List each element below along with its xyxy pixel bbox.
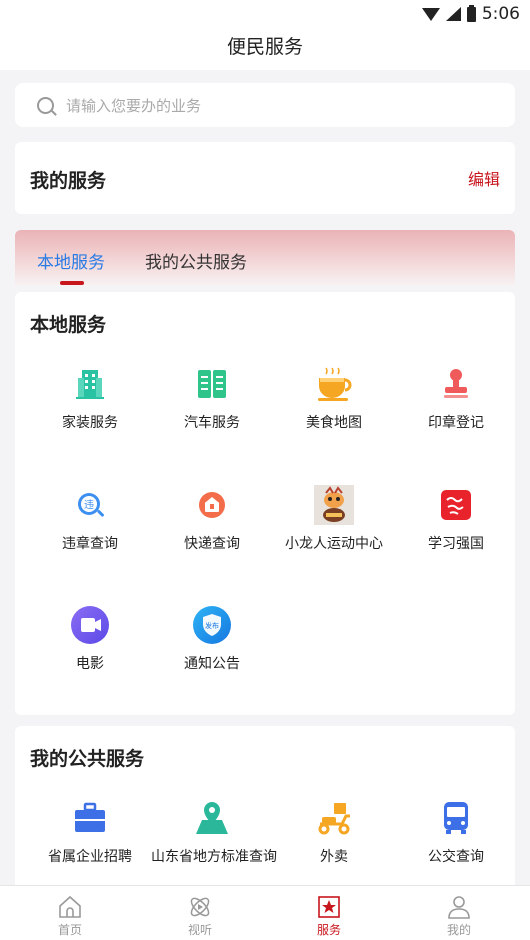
- service-label: 违章查询: [62, 536, 118, 552]
- service-item-sports-center[interactable]: 小龙人运动中心: [273, 485, 395, 553]
- tab-home[interactable]: 首页: [40, 894, 100, 938]
- home-icon: [57, 894, 83, 920]
- service-item-home-decor[interactable]: 家装服务: [29, 364, 151, 432]
- tab-mine[interactable]: 我的: [429, 894, 489, 938]
- scooter-icon: [314, 798, 354, 838]
- search-input[interactable]: 请输入您要办的业务: [66, 95, 201, 116]
- service-item-express[interactable]: 快递查询: [151, 485, 273, 553]
- service-item-recruitment[interactable]: 省属企业招聘: [29, 798, 151, 866]
- signal-icon: [445, 7, 461, 21]
- tab-services[interactable]: 服务: [299, 894, 359, 938]
- service-item-food-map[interactable]: 美食地图: [273, 364, 395, 432]
- tab-local-services[interactable]: 本地服务: [37, 248, 105, 273]
- tab-label: 我的: [446, 923, 471, 937]
- service-label: 家装服务: [62, 415, 118, 431]
- status-time: 5:06: [481, 4, 520, 24]
- service-item-standards[interactable]: 山东省地方标准查询: [151, 798, 277, 866]
- building-icon: [70, 364, 110, 404]
- edit-button[interactable]: 编辑: [468, 166, 500, 190]
- violation-search-icon: 违: [70, 485, 110, 525]
- service-label: 公交查询: [428, 849, 484, 865]
- service-item-notice[interactable]: 发布 通知公告: [151, 605, 273, 673]
- my-service-card: 我的服务 编辑: [15, 142, 515, 214]
- user-icon: [446, 894, 472, 920]
- service-tabs: 本地服务 我的公共服务: [15, 230, 515, 286]
- service-item-stamp[interactable]: 印章登记: [395, 364, 517, 432]
- service-label: 美食地图: [306, 415, 362, 431]
- service-label: 外卖: [320, 849, 348, 865]
- xuexi-logo: [436, 485, 476, 525]
- svg-text:违: 违: [84, 499, 94, 511]
- tab-label: 视听: [187, 923, 212, 937]
- star-bookmark-icon: [316, 894, 342, 920]
- service-label: 印章登记: [428, 415, 484, 431]
- briefcase-icon: [70, 798, 110, 838]
- search-icon: [37, 96, 54, 114]
- status-bar: 5:06: [0, 0, 530, 28]
- tab-public-services[interactable]: 我的公共服务: [145, 248, 247, 273]
- service-label: 汽车服务: [184, 415, 240, 431]
- service-item-xuexi[interactable]: 学习强国: [395, 485, 517, 553]
- svg-text:发布: 发布: [205, 621, 219, 630]
- bottom-tab-bar: 首页 视听 服务 我的: [0, 885, 530, 940]
- battery-icon: [466, 4, 476, 22]
- service-label: 通知公告: [184, 656, 240, 672]
- my-service-title: 我的服务: [30, 170, 107, 192]
- service-item-movie[interactable]: 电影: [29, 605, 151, 673]
- bus-icon: [436, 798, 476, 838]
- service-item-bus[interactable]: 公交查询: [395, 798, 517, 866]
- page-title: 便民服务: [0, 28, 530, 70]
- tab-audiovisual[interactable]: 视听: [170, 894, 230, 938]
- book-icon: [192, 364, 232, 404]
- wifi-icon: [421, 7, 440, 21]
- service-label: 电影: [76, 656, 104, 672]
- service-label: 山东省地方标准查询: [151, 849, 277, 865]
- coffee-cup-icon: [314, 364, 354, 404]
- service-label: 学习强国: [428, 536, 484, 552]
- map-pin-icon: [192, 798, 232, 838]
- tab-label: 首页: [57, 923, 82, 937]
- local-services-title: 本地服务: [30, 314, 107, 336]
- public-services-card: 我的公共服务 省属企业招聘 山东省地方标准查询 外卖 公交查询: [15, 726, 515, 896]
- active-tab-indicator: [60, 281, 84, 285]
- public-services-title: 我的公共服务: [30, 748, 145, 770]
- mascot-image: [314, 485, 354, 525]
- tab-label: 服务: [316, 923, 341, 937]
- parcel-icon: [192, 485, 232, 525]
- local-services-card: 本地服务 家装服务 汽车服务 美食地图 印章登记 违 违章查询 快递查询 小龙人…: [15, 292, 515, 715]
- stamp-icon: [436, 364, 476, 404]
- atom-icon: [187, 894, 213, 920]
- service-item-takeout[interactable]: 外卖: [273, 798, 395, 866]
- notice-shield-icon: 发布: [192, 605, 232, 645]
- service-item-car[interactable]: 汽车服务: [151, 364, 273, 432]
- service-item-violation[interactable]: 违 违章查询: [29, 485, 151, 553]
- service-label: 快递查询: [184, 536, 240, 552]
- search-bar[interactable]: 请输入您要办的业务: [15, 83, 515, 127]
- service-label: 小龙人运动中心: [285, 536, 383, 552]
- video-icon: [70, 605, 110, 645]
- service-label: 省属企业招聘: [48, 849, 132, 865]
